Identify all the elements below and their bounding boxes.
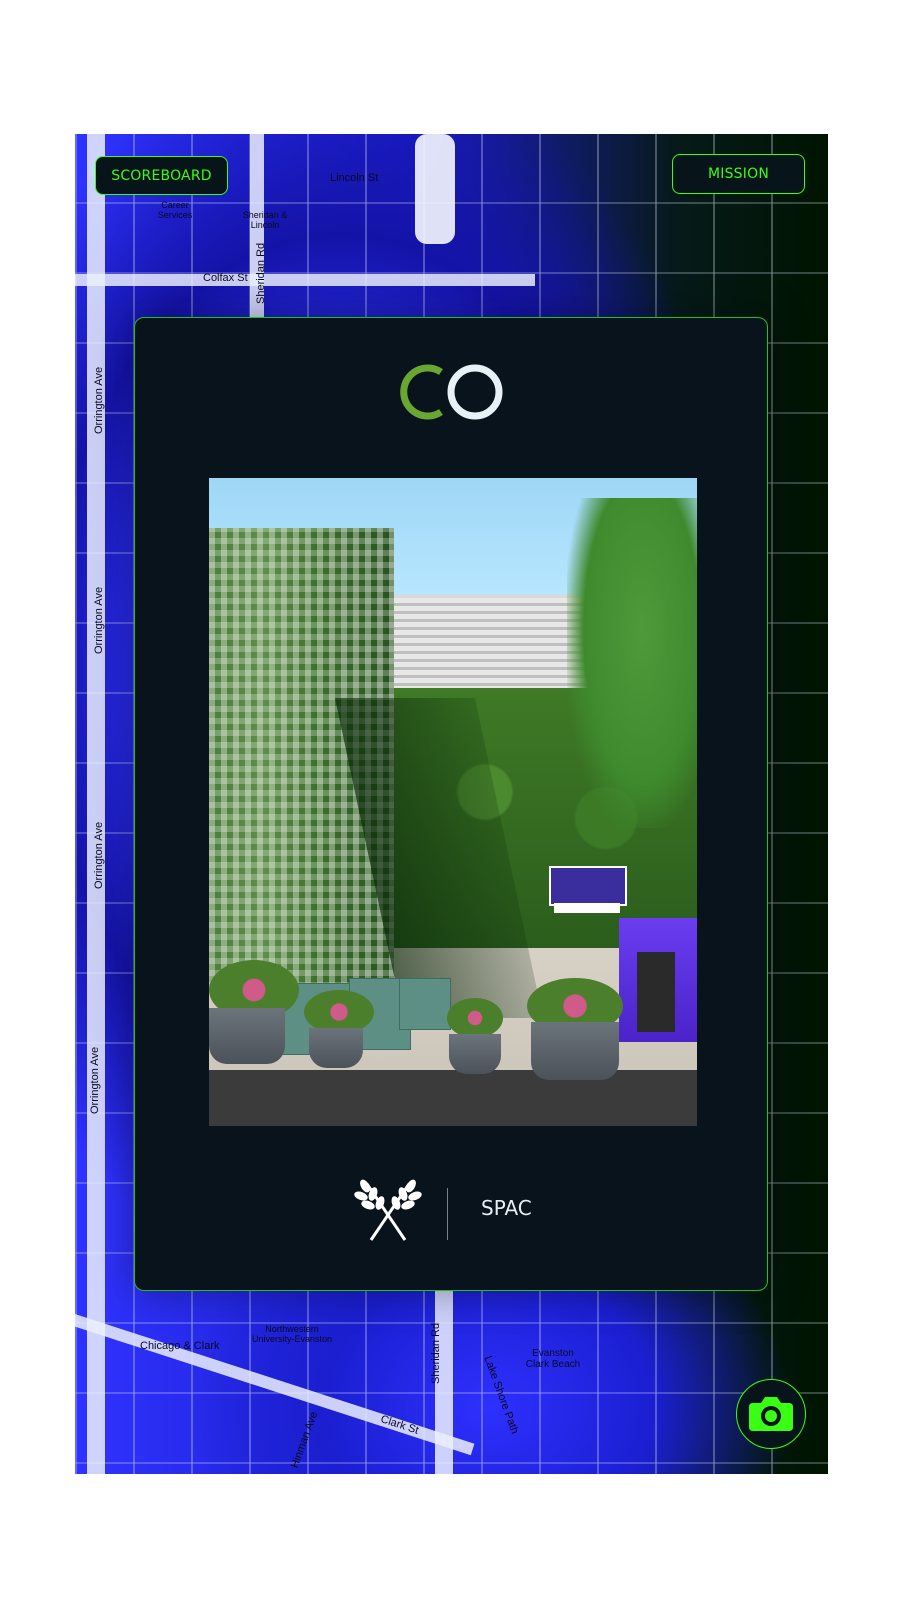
purple-awning xyxy=(619,918,697,1042)
mission-button[interactable]: MISSION xyxy=(672,154,805,194)
camera-icon xyxy=(749,1397,793,1431)
map-road xyxy=(415,134,455,244)
map-poi-label: Sheridan & Lincoln xyxy=(242,210,288,230)
planter xyxy=(309,1028,363,1068)
door xyxy=(637,952,675,1032)
footer-divider xyxy=(447,1188,448,1240)
street-label: Clark St xyxy=(379,1413,421,1437)
pavement xyxy=(209,1070,697,1126)
street-label: Sheridan Rd xyxy=(430,1322,442,1384)
utility-cabinet xyxy=(399,978,451,1030)
street-label: Lake Shore Path xyxy=(481,1354,521,1436)
entrance-plaque xyxy=(554,903,620,913)
planter xyxy=(209,1008,285,1064)
street-label: Hinman Ave xyxy=(288,1410,321,1470)
location-card: SPAC xyxy=(134,317,768,1291)
map-poi-label: Northwestern University-Evanston xyxy=(251,1324,333,1344)
map-road xyxy=(75,274,535,286)
street-label: Orrington Ave xyxy=(93,586,105,654)
tree xyxy=(567,498,697,828)
street-label: Orrington Ave xyxy=(93,821,105,889)
crossed-wheat-icon xyxy=(354,1179,422,1241)
map-road xyxy=(87,134,105,1474)
location-name: SPAC xyxy=(481,1196,532,1220)
planter-flowers xyxy=(447,998,503,1038)
planter xyxy=(531,1022,619,1080)
scoreboard-button[interactable]: SCOREBOARD xyxy=(95,156,228,195)
camera-button[interactable] xyxy=(736,1379,806,1449)
street-label: Lincoln St xyxy=(330,172,379,184)
double-ring-logo xyxy=(400,364,503,420)
street-label: Orrington Ave xyxy=(93,366,105,434)
street-label: Sheridan Rd xyxy=(255,242,267,304)
street-label: Orrington Ave xyxy=(89,1046,101,1114)
map-poi-label: Career Services xyxy=(157,200,193,220)
entrance-sign xyxy=(549,866,627,906)
map-poi-label: Evanston Clark Beach xyxy=(525,1348,581,1370)
street-label: Colfax St xyxy=(203,272,248,284)
planter xyxy=(449,1034,501,1074)
map-poi-label: Chicago & Clark xyxy=(140,1340,220,1352)
location-photo xyxy=(209,478,697,1126)
